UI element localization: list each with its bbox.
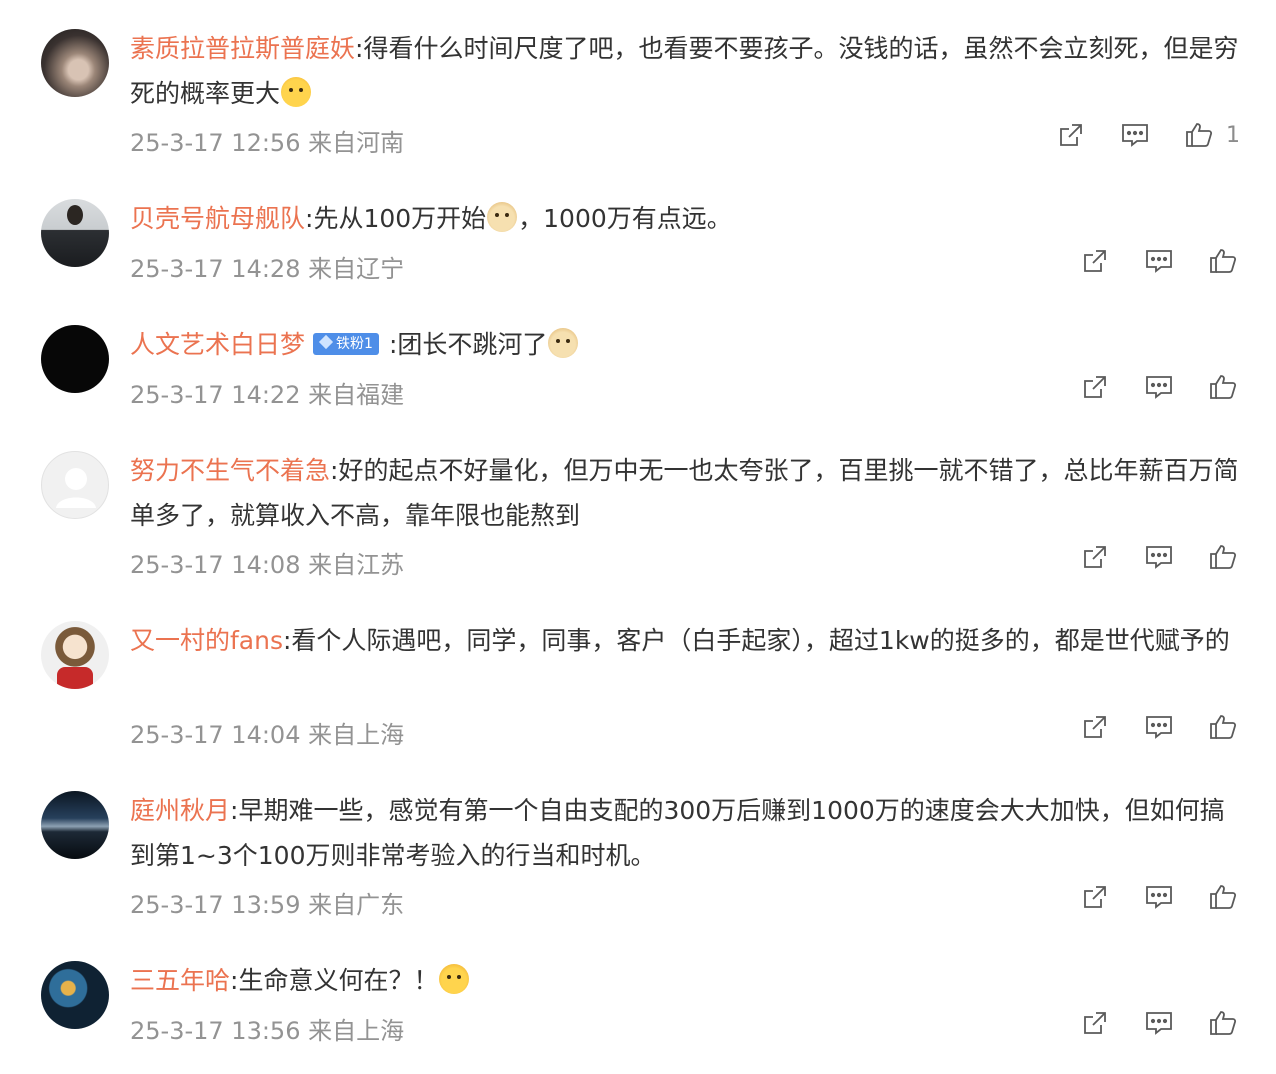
like-count: 1 — [1226, 122, 1240, 148]
doge-emoji — [548, 328, 579, 358]
default-avatar-icon — [56, 468, 96, 508]
comment-location: 来自河南 — [308, 129, 405, 157]
comment-time: 25-3-17 13:59 — [130, 891, 301, 919]
fan-badge-label: 铁粉1 — [336, 336, 373, 352]
comment-actions — [1048, 880, 1240, 914]
username-link[interactable]: 庭州秋月 — [130, 796, 230, 825]
comment-body: 努力不生气不着急:好的起点不好量化，但万中无一也太夸张了，百里挑一就不错了，总比… — [130, 448, 1240, 538]
comment-time: 25-3-17 14:22 — [130, 381, 301, 409]
comment-actions — [1048, 244, 1240, 278]
share-icon[interactable] — [1078, 244, 1112, 278]
comment-actions — [1048, 710, 1240, 744]
thumbs-up-icon[interactable] — [1206, 244, 1240, 278]
comment-icon[interactable] — [1142, 710, 1176, 744]
username-link[interactable]: 努力不生气不着急 — [130, 456, 330, 485]
comment-location: 来自上海 — [308, 1017, 405, 1045]
laugh-cry-emoji — [281, 77, 312, 107]
comment-body: 庭州秋月:早期难一些，感觉有第一个自由支配的300万后赚到1000万的速度会大大… — [130, 788, 1240, 878]
share-icon[interactable] — [1078, 370, 1112, 404]
avatar[interactable] — [41, 791, 109, 859]
thumbs-up-icon[interactable] — [1206, 540, 1240, 574]
comment-location: 来自江苏 — [308, 551, 405, 579]
comment-location: 来自辽宁 — [308, 255, 405, 283]
username-link[interactable]: 三五年哈 — [130, 966, 230, 995]
comment-text: :团长不跳河了 — [388, 330, 548, 359]
comment-actions — [1048, 1006, 1240, 1040]
comment-location: 来自福建 — [308, 381, 405, 409]
avatar[interactable] — [41, 451, 109, 519]
username-link[interactable]: 又一村的fans — [130, 626, 283, 655]
username-link[interactable]: 人文艺术白日梦 — [130, 330, 305, 359]
comment-meta: 25-3-17 14:08 来自江苏 — [130, 545, 404, 580]
comment-text: :生命意义何在？！ — [230, 966, 439, 995]
avatar[interactable] — [41, 621, 109, 689]
comment-body: 三五年哈:生命意义何在？！ — [130, 958, 1240, 1003]
thumbs-up-icon[interactable] — [1206, 880, 1240, 914]
username-link[interactable]: 素质拉普拉斯普庭妖 — [130, 34, 355, 63]
doge-emoji — [487, 202, 518, 232]
avatar[interactable] — [41, 29, 109, 97]
comment-text: :看个人际遇吧，同学，同事，客户（白手起家），超过1kw的挺多的，都是世代赋予的 — [283, 626, 1230, 655]
share-icon[interactable] — [1078, 880, 1112, 914]
thumbs-up-icon[interactable] — [1206, 1006, 1240, 1040]
avatar[interactable] — [41, 961, 109, 1029]
comment-actions: 1 — [1024, 118, 1240, 152]
comment-body: 素质拉普拉斯普庭妖:得看什么时间尺度了吧，也看要不要孩子。没钱的话，虽然不会立刻… — [130, 26, 1240, 116]
comment-text: :先从100万开始 — [305, 204, 487, 233]
comment-body: 人文艺术白日梦 铁粉1 :团长不跳河了 — [130, 322, 1240, 367]
comment-icon[interactable] — [1142, 370, 1176, 404]
comment-meta: 25-3-17 14:28 来自辽宁 — [130, 249, 404, 284]
diamond-icon — [318, 334, 334, 350]
crying-emoji — [439, 964, 470, 994]
thumbs-up-icon[interactable] — [1206, 710, 1240, 744]
comment-meta: 25-3-17 14:04 来自上海 — [130, 715, 404, 750]
share-icon[interactable] — [1078, 540, 1112, 574]
fan-badge[interactable]: 铁粉1 — [313, 333, 379, 355]
comment-time: 25-3-17 14:08 — [130, 551, 301, 579]
comment-meta: 25-3-17 14:22 来自福建 — [130, 375, 404, 410]
comment-time: 25-3-17 14:28 — [130, 255, 301, 283]
avatar[interactable] — [41, 199, 109, 267]
comment-meta: 25-3-17 13:59 来自广东 — [130, 885, 404, 920]
thumbs-up-icon[interactable] — [1182, 118, 1216, 152]
comment-location: 来自广东 — [308, 891, 405, 919]
comment-icon[interactable] — [1142, 540, 1176, 574]
thumbs-up-icon[interactable] — [1206, 370, 1240, 404]
comment-location: 来自上海 — [308, 721, 405, 749]
comment-actions — [1048, 370, 1240, 404]
comment-meta: 25-3-17 12:56 来自河南 — [130, 123, 404, 158]
comment-actions — [1048, 540, 1240, 574]
comment-time: 25-3-17 12:56 — [130, 129, 301, 157]
comment-body: 贝壳号航母舰队:先从100万开始 ，1000万有点远。 — [130, 196, 1240, 241]
avatar[interactable] — [41, 325, 109, 393]
comment-icon[interactable] — [1142, 244, 1176, 278]
share-icon[interactable] — [1054, 118, 1088, 152]
comment-time: 25-3-17 13:56 — [130, 1017, 301, 1045]
comment-text-tail: ，1000万有点远。 — [518, 204, 732, 233]
comment-text: :早期难一些，感觉有第一个自由支配的300万后赚到1000万的速度会大大加快，但… — [130, 796, 1225, 870]
comment-icon[interactable] — [1142, 880, 1176, 914]
comment-body: 又一村的fans:看个人际遇吧，同学，同事，客户（白手起家），超过1kw的挺多的… — [130, 618, 1240, 663]
comment-icon[interactable] — [1142, 1006, 1176, 1040]
share-icon[interactable] — [1078, 710, 1112, 744]
username-link[interactable]: 贝壳号航母舰队 — [130, 204, 305, 233]
comment-icon[interactable] — [1118, 118, 1152, 152]
comment-meta: 25-3-17 13:56 来自上海 — [130, 1011, 404, 1046]
comment-time: 25-3-17 14:04 — [130, 721, 301, 749]
share-icon[interactable] — [1078, 1006, 1112, 1040]
